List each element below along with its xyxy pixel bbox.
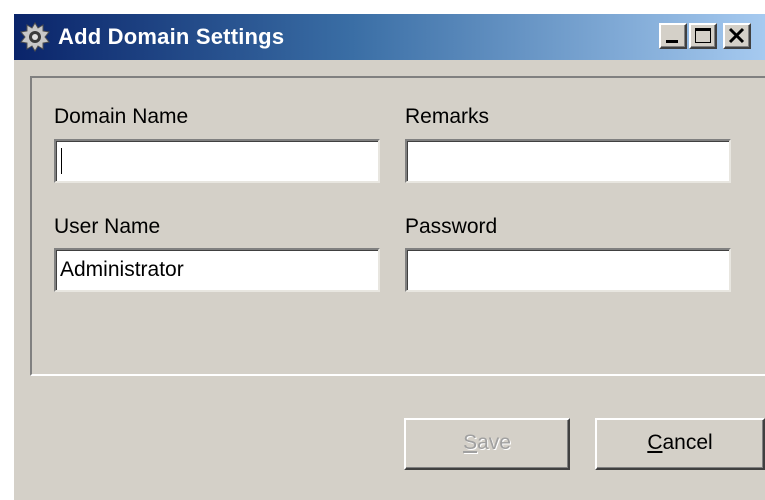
password-label: Password [405,215,498,238]
domain-name-input[interactable] [54,139,380,183]
save-mnemonic: S [463,431,478,454]
close-button[interactable] [723,23,751,49]
cancel-mnemonic: C [647,431,663,454]
maximize-icon [695,28,711,43]
minimize-button[interactable] [659,23,687,49]
domain-name-label: Domain Name [54,105,189,128]
title-bar[interactable]: Add Domain Settings [14,14,765,60]
user-name-input[interactable] [54,248,380,292]
save-button[interactable]: Save [404,418,570,470]
text-caret [61,148,62,174]
user-name-label: User Name [54,215,161,238]
save-label-rest: ave [477,431,511,454]
remarks-label: Remarks [405,105,490,128]
cancel-label-rest: ancel [662,431,713,454]
window-title: Add Domain Settings [58,24,285,49]
add-domain-settings-dialog: Add Domain Settings Domain Name Remarks … [14,14,765,500]
remarks-input[interactable] [405,139,731,183]
cancel-button[interactable]: Cancel [595,418,765,470]
maximize-button[interactable] [689,23,717,49]
minimize-icon [666,40,678,43]
password-input[interactable] [405,248,731,292]
gear-icon [20,22,50,52]
close-icon [728,27,745,44]
